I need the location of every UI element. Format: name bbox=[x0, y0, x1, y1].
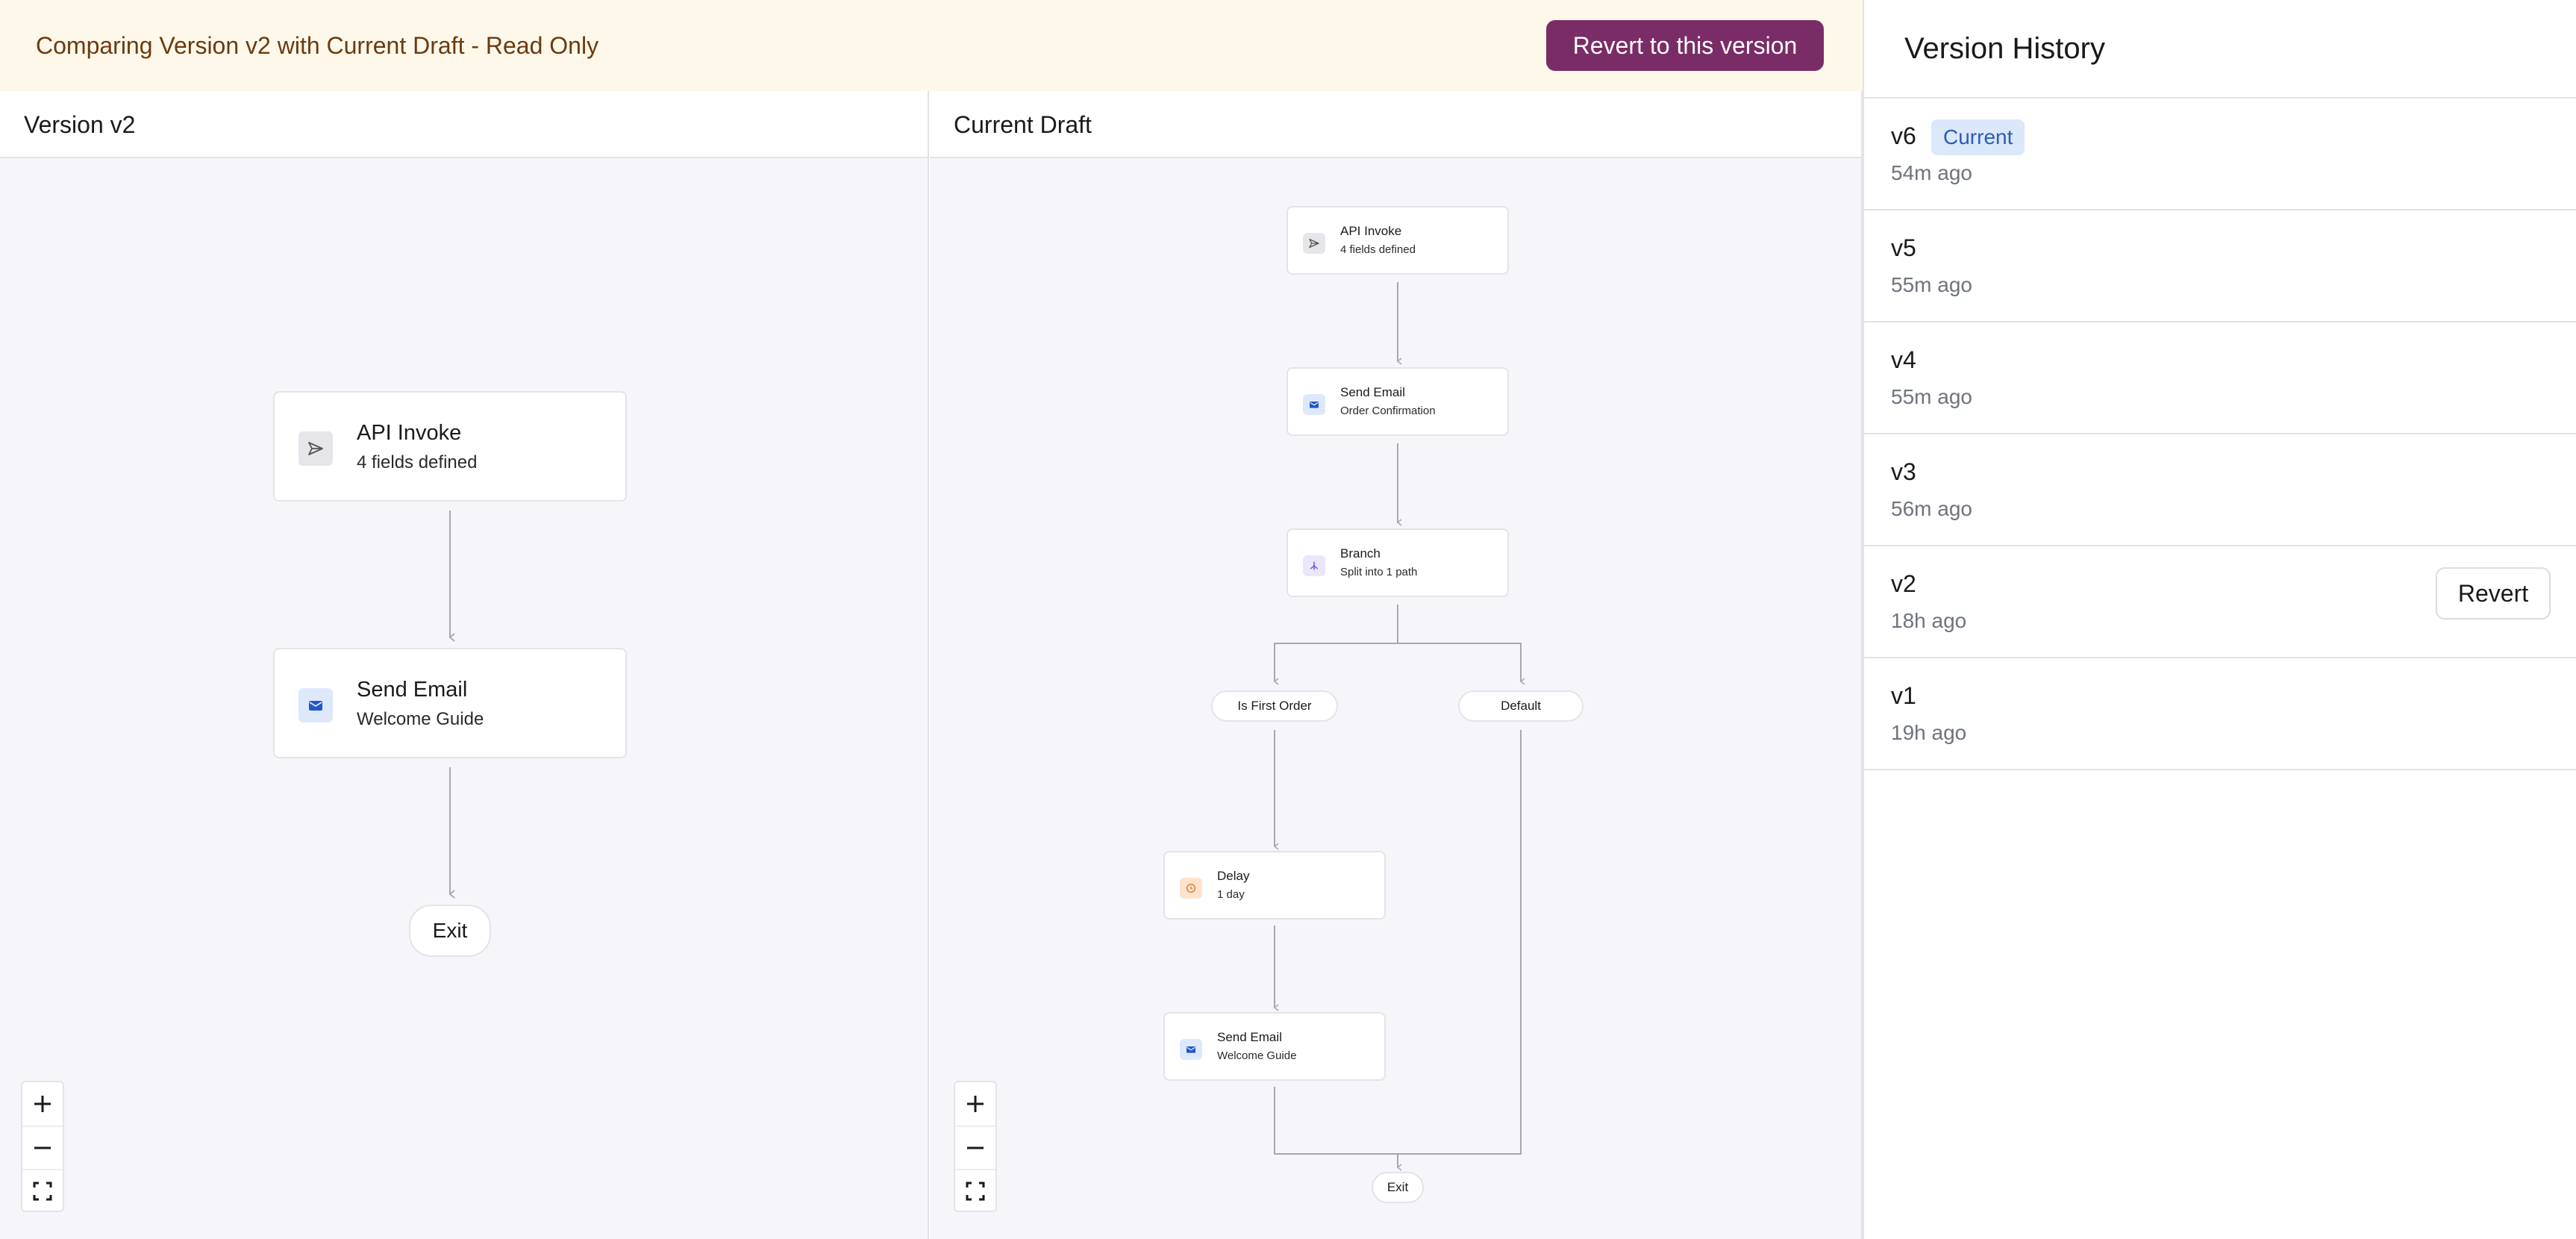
version-item-v2[interactable]: v2 18h ago Revert bbox=[1864, 546, 2576, 658]
send-icon bbox=[298, 431, 333, 466]
plus-icon bbox=[34, 1096, 51, 1112]
zoom-out-button[interactable] bbox=[955, 1126, 995, 1169]
version-item-v6[interactable]: v6 Current 54m ago bbox=[1864, 99, 2576, 210]
revert-button[interactable]: Revert bbox=[2436, 567, 2551, 620]
comparison-banner: Comparing Version v2 with Current Draft … bbox=[0, 0, 1863, 91]
version-item-v3[interactable]: v3 56m ago bbox=[1864, 434, 2576, 546]
version-item-v4[interactable]: v4 55m ago bbox=[1864, 322, 2576, 434]
flow-node-branch[interactable]: Branch Split into 1 path bbox=[1287, 528, 1509, 597]
version-item-v5[interactable]: v5 55m ago bbox=[1864, 210, 2576, 322]
node-subtitle: 1 day bbox=[1217, 888, 1245, 901]
version-time: 55m ago bbox=[1891, 385, 1972, 408]
version-item-v1[interactable]: v1 19h ago bbox=[1864, 658, 2576, 770]
plus-icon bbox=[967, 1096, 984, 1112]
flow-node-send-email[interactable]: Send Email Order Confirmation bbox=[1287, 367, 1509, 436]
mail-icon bbox=[1180, 1039, 1202, 1060]
node-subtitle: Welcome Guide bbox=[1217, 1049, 1297, 1062]
fit-view-button[interactable] bbox=[22, 1169, 63, 1212]
flow-node-send-email-welcome[interactable]: Send Email Welcome Guide bbox=[1163, 1012, 1386, 1081]
send-icon bbox=[1303, 233, 1325, 254]
minus-icon bbox=[34, 1146, 51, 1149]
version-label: v2 bbox=[1891, 570, 1916, 597]
clock-icon bbox=[1180, 878, 1202, 899]
zoom-out-button[interactable] bbox=[22, 1126, 63, 1169]
node-title: Send Email bbox=[357, 678, 468, 702]
panel-title: Current Draft bbox=[954, 111, 1092, 138]
version-time: 54m ago bbox=[1891, 161, 1972, 184]
branch-icon bbox=[1303, 555, 1325, 576]
flow-exit-node[interactable]: Exit bbox=[409, 905, 491, 957]
sidebar-header: Version History bbox=[1864, 0, 2576, 99]
current-badge: Current bbox=[1931, 119, 2025, 155]
branch-label-is-first-order[interactable]: Is First Order bbox=[1211, 690, 1338, 722]
version-history-sidebar: Version History v6 Current 54m ago v5 55… bbox=[1863, 0, 2576, 1239]
zoom-in-button[interactable] bbox=[22, 1082, 63, 1126]
flow-exit-node[interactable]: Exit bbox=[1372, 1172, 1424, 1203]
flow-node-api-invoke[interactable]: API Invoke 4 fields defined bbox=[273, 391, 627, 502]
version-time: 18h ago bbox=[1891, 609, 1967, 632]
node-title: Delay bbox=[1217, 869, 1250, 883]
node-title: Branch bbox=[1340, 546, 1381, 561]
fit-view-icon bbox=[966, 1182, 985, 1201]
version-label: v6 bbox=[1891, 122, 1916, 149]
version-v2-panel: API Invoke 4 fields defined Send Email W… bbox=[0, 91, 929, 1239]
node-title: API Invoke bbox=[357, 421, 462, 445]
sidebar-title: Version History bbox=[1904, 32, 2105, 65]
version-time: 56m ago bbox=[1891, 497, 1972, 520]
mail-icon bbox=[298, 688, 333, 723]
flow-node-api-invoke[interactable]: API Invoke 4 fields defined bbox=[1287, 206, 1509, 275]
version-time: 19h ago bbox=[1891, 721, 1967, 744]
flow-node-delay[interactable]: Delay 1 day bbox=[1163, 851, 1386, 920]
panel-header: Current Draft bbox=[930, 91, 1861, 158]
node-title: Send Email bbox=[1217, 1030, 1282, 1044]
version-label: v4 bbox=[1891, 346, 1916, 373]
revert-to-version-button[interactable]: Revert to this version bbox=[1546, 20, 1824, 71]
comparison-banner-text: Comparing Version v2 with Current Draft … bbox=[36, 32, 599, 59]
version-label: v3 bbox=[1891, 458, 1916, 485]
version-time: 55m ago bbox=[1891, 273, 1972, 296]
node-subtitle: 4 fields defined bbox=[1340, 243, 1416, 256]
branch-label-default[interactable]: Default bbox=[1458, 690, 1584, 722]
zoom-controls bbox=[21, 1081, 64, 1212]
panel-title: Version v2 bbox=[24, 111, 136, 138]
panel-header: Version v2 bbox=[0, 91, 928, 158]
version-v2-canvas[interactable]: API Invoke 4 fields defined Send Email W… bbox=[0, 91, 928, 1239]
node-subtitle: Welcome Guide bbox=[357, 709, 484, 729]
minus-icon bbox=[967, 1146, 984, 1149]
fit-view-icon bbox=[33, 1182, 52, 1201]
fit-view-button[interactable] bbox=[955, 1169, 995, 1212]
current-draft-panel: API Invoke 4 fields defined Send Email O… bbox=[930, 91, 1863, 1239]
zoom-in-button[interactable] bbox=[955, 1082, 995, 1126]
node-subtitle: 4 fields defined bbox=[357, 452, 478, 472]
node-title: API Invoke bbox=[1340, 224, 1402, 238]
current-draft-canvas[interactable]: API Invoke 4 fields defined Send Email O… bbox=[930, 91, 1861, 1239]
node-title: Send Email bbox=[1340, 385, 1405, 399]
mail-icon bbox=[1303, 394, 1325, 415]
flow-node-send-email[interactable]: Send Email Welcome Guide bbox=[273, 648, 627, 758]
node-subtitle: Order Confirmation bbox=[1340, 405, 1436, 417]
version-label: v1 bbox=[1891, 682, 1916, 709]
zoom-controls bbox=[954, 1081, 997, 1212]
node-subtitle: Split into 1 path bbox=[1340, 566, 1418, 578]
version-label: v5 bbox=[1891, 234, 1916, 261]
